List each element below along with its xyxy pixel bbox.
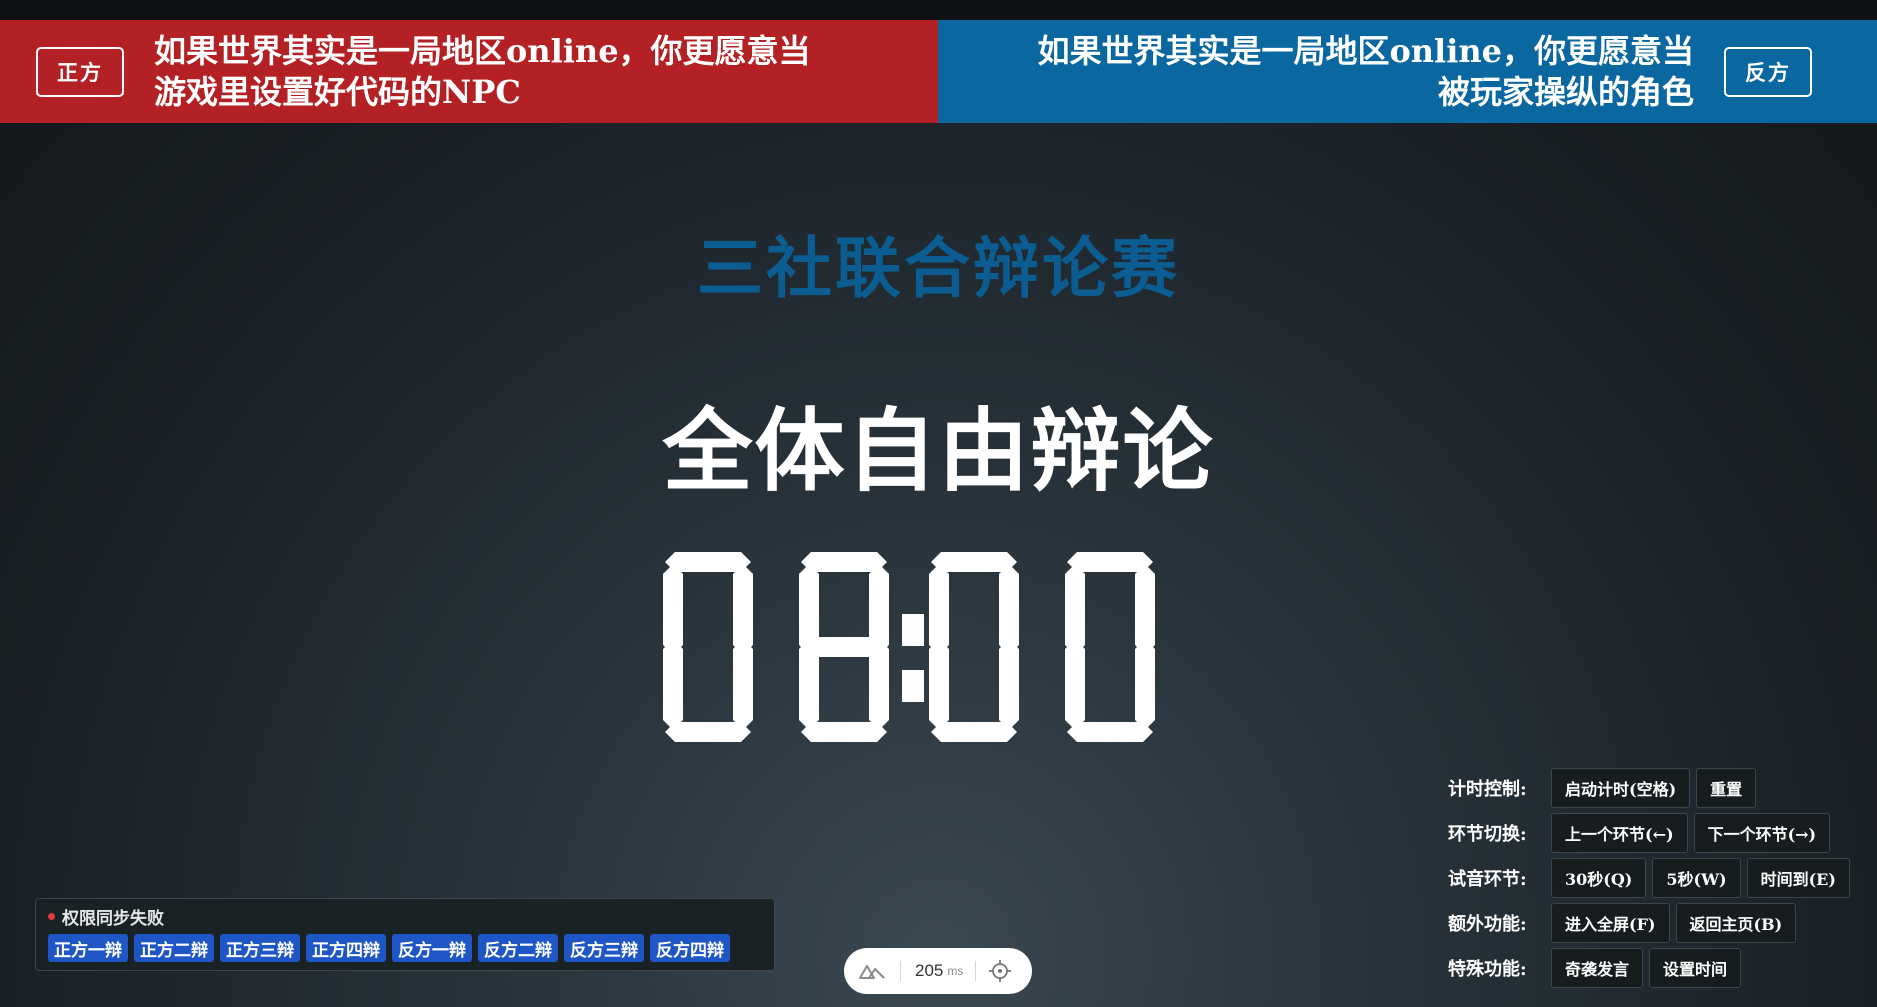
negative-tag: 反方: [1724, 46, 1812, 97]
latency-indicator[interactable]: 205 ms: [844, 948, 1032, 994]
stage-title: 全体自由辩论: [662, 398, 1215, 504]
extra-controls: 额外功能: 进入全屏(F) 返回主页(B): [1448, 900, 1868, 945]
test-5s-button[interactable]: 5秒(W): [1652, 857, 1741, 898]
speaker-chip[interactable]: 反方二辩: [478, 934, 558, 962]
timer-segment: [1135, 639, 1155, 730]
window-top-bar: [0, 0, 1877, 20]
prev-stage-button[interactable]: 上一个环节(←): [1551, 812, 1688, 853]
next-stage-button[interactable]: 下一个环节(→): [1693, 812, 1831, 853]
timer-segment: [1065, 564, 1085, 655]
negative-motion-line2: 被玩家操纵的角色: [1437, 72, 1694, 111]
timer-colon-dot: [902, 670, 924, 702]
timer-digit: [929, 552, 1019, 742]
speaker-chip[interactable]: 正方一辩: [48, 934, 128, 962]
surprise-speech-button[interactable]: 奇袭发言: [1551, 947, 1644, 988]
timer-segment: [801, 637, 887, 657]
permission-status-text: 权限同步失败: [62, 908, 164, 929]
affirmative-tag: 正方: [36, 46, 124, 97]
permission-panel: 权限同步失败 正方一辩 正方二辩 正方三辩 正方四辩 反方一辩 反方二辩 反方三…: [35, 898, 775, 971]
timer-colon: [902, 614, 924, 702]
speaker-chip[interactable]: 反方一辩: [392, 934, 472, 962]
countdown-timer: [663, 552, 1217, 742]
nuxt-logo-icon: [859, 965, 885, 979]
special-controls: 特殊功能: 奇袭发言 设置时间: [1448, 945, 1868, 990]
permission-status: 权限同步失败: [48, 905, 774, 929]
timing-controls: 计时控制: 启动计时(空格) 重置: [1448, 765, 1868, 810]
latency-value: 205: [915, 961, 944, 980]
timer-segment: [663, 564, 683, 655]
start-timer-button[interactable]: 启动计时(空格): [1551, 767, 1691, 808]
speaker-chip[interactable]: 正方三辩: [220, 934, 300, 962]
negative-banner: 如果世界其实是一局地区online，你更愿意当 被玩家操纵的角色 反方: [938, 20, 1877, 123]
timer-colon-dot: [902, 614, 924, 646]
timer-segment: [929, 564, 949, 655]
pill-divider: [975, 961, 977, 981]
extra-label: 额外功能:: [1448, 913, 1527, 935]
stage-switch-controls: 环节切换: 上一个环节(←) 下一个环节(→): [1448, 810, 1868, 855]
timer-digit: [1065, 552, 1155, 742]
negative-motion: 如果世界其实是一局地区online，你更愿意当 被玩家操纵的角色: [1004, 31, 1694, 113]
reset-button[interactable]: 重置: [1696, 767, 1757, 808]
status-dot-icon: [48, 912, 55, 920]
affirmative-motion: 如果世界其实是一局地区online，你更愿意当 游戏里设置好代码的NPC: [154, 31, 844, 113]
negative-motion-line1: 如果世界其实是一局地区online，你更愿意当: [1037, 31, 1694, 70]
affirmative-motion-line2: 游戏里设置好代码的NPC: [154, 72, 521, 111]
sound-test-label: 试音环节:: [1448, 868, 1527, 890]
latency-unit: ms: [947, 964, 964, 978]
crosshair-icon[interactable]: [988, 959, 1012, 983]
timing-label: 计时控制:: [1448, 778, 1527, 800]
timer-segment: [999, 639, 1019, 730]
time-up-button[interactable]: 时间到(E): [1746, 857, 1850, 898]
affirmative-banner: 正方 如果世界其实是一局地区online，你更愿意当 游戏里设置好代码的NPC: [0, 20, 938, 123]
set-time-button[interactable]: 设置时间: [1649, 947, 1742, 988]
test-30s-button[interactable]: 30秒(Q): [1551, 857, 1647, 898]
control-panel: 计时控制: 启动计时(空格) 重置 环节切换: 上一个环节(←) 下一个环节(→…: [1448, 765, 1868, 990]
sound-test-controls: 试音环节: 30秒(Q) 5秒(W) 时间到(E): [1448, 855, 1868, 900]
timer-display: [663, 552, 1155, 742]
speaker-chip[interactable]: 反方三辩: [564, 934, 644, 962]
timer-segment: [733, 639, 753, 730]
stage-switch-label: 环节切换:: [1448, 823, 1527, 845]
special-label: 特殊功能:: [1448, 958, 1527, 980]
pill-divider: [900, 961, 901, 981]
timer-digit: [799, 552, 889, 742]
speaker-chip[interactable]: 正方二辩: [134, 934, 214, 962]
speaker-list: 正方一辩 正方二辩 正方三辩 正方四辩 反方一辩 反方二辩 反方三辩 反方四辩: [48, 934, 774, 962]
event-title: 三社联合辩论赛: [697, 229, 1180, 307]
timer-digit: [663, 552, 753, 742]
fullscreen-button[interactable]: 进入全屏(F): [1551, 902, 1670, 943]
affirmative-motion-line1: 如果世界其实是一局地区online，你更愿意当: [154, 31, 811, 70]
home-button[interactable]: 返回主页(B): [1675, 902, 1797, 943]
speaker-chip[interactable]: 正方四辩: [306, 934, 386, 962]
speaker-chip[interactable]: 反方四辩: [650, 934, 730, 962]
